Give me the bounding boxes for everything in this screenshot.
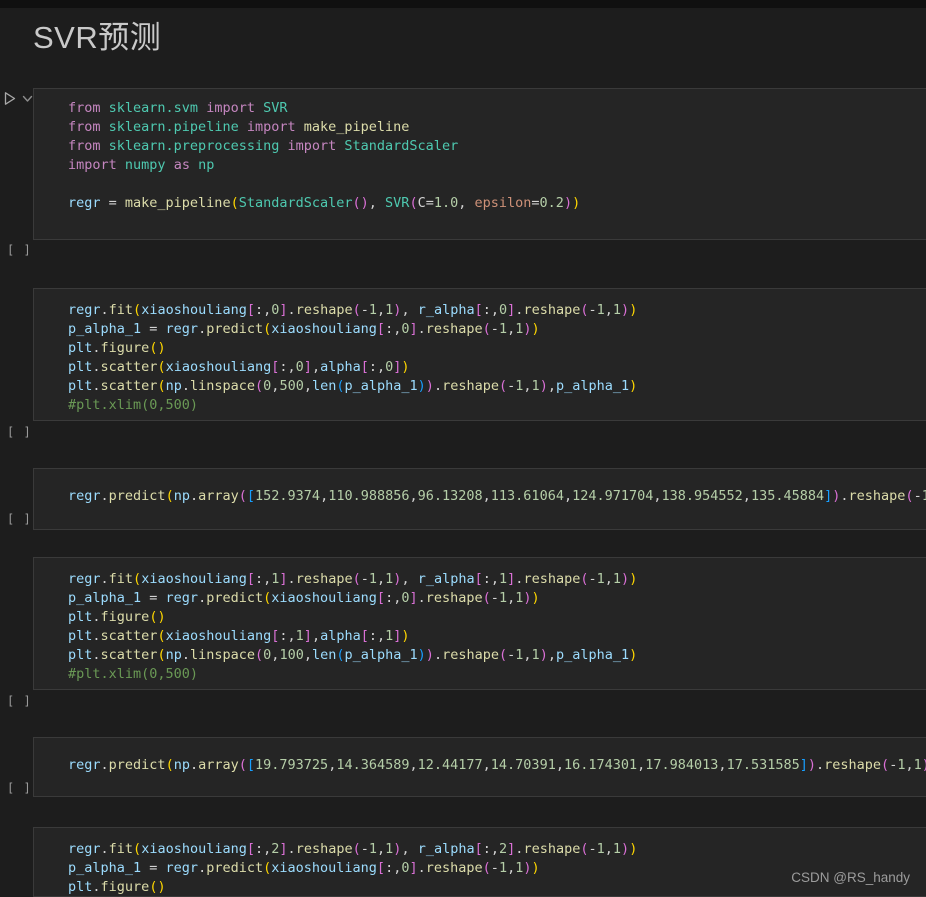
code-line[interactable]: plt.scatter(np.linspace(0,100,len(p_alph… (68, 646, 926, 665)
code-line[interactable]: regr.predict(np.array([152.9374,110.9888… (68, 487, 926, 506)
code-cell-editor-6[interactable]: regr.fit(xiaoshouliang[:,2].reshape(-1,1… (33, 827, 926, 897)
chevron-down-icon[interactable] (22, 95, 33, 103)
code-cell-editor-3[interactable]: regr.predict(np.array([152.9374,110.9888… (33, 468, 926, 530)
code-line[interactable]: regr.fit(xiaoshouliang[:,0].reshape(-1,1… (68, 301, 926, 320)
code-line[interactable]: plt.figure() (68, 339, 926, 358)
code-cell-editor-5[interactable]: regr.predict(np.array([19.793725,14.3645… (33, 737, 926, 797)
window-top-bar (0, 0, 926, 8)
code-line[interactable]: p_alpha_1 = regr.predict(xiaoshouliang[:… (68, 589, 926, 608)
cell-toolbar (3, 91, 33, 106)
code-line[interactable]: regr.fit(xiaoshouliang[:,2].reshape(-1,1… (68, 840, 926, 859)
code-line[interactable]: plt.scatter(xiaoshouliang[:,0],alpha[:,0… (68, 358, 926, 377)
execution-count-badge: [ ] (7, 512, 32, 526)
code-line[interactable]: #plt.xlim(0,500) (68, 665, 926, 684)
execution-count-badge: [ ] (7, 694, 32, 708)
execution-count-badge: [ ] (7, 243, 32, 257)
code-line[interactable]: plt.figure() (68, 608, 926, 627)
code-line[interactable]: from sklearn.pipeline import make_pipeli… (68, 118, 926, 137)
code-line[interactable]: from sklearn.preprocessing import Standa… (68, 137, 926, 156)
code-line[interactable]: from sklearn.svm import SVR (68, 99, 926, 118)
code-line[interactable]: plt.scatter(xiaoshouliang[:,1],alpha[:,1… (68, 627, 926, 646)
csdn-watermark: CSDN @RS_handy (791, 870, 910, 885)
code-cell-editor-2[interactable]: regr.fit(xiaoshouliang[:,0].reshape(-1,1… (33, 288, 926, 421)
code-line[interactable]: regr.predict(np.array([19.793725,14.3645… (68, 756, 926, 775)
code-cell-editor-4[interactable]: regr.fit(xiaoshouliang[:,1].reshape(-1,1… (33, 557, 926, 690)
code-line[interactable]: regr = make_pipeline(StandardScaler(), S… (68, 194, 926, 213)
code-line[interactable] (68, 175, 926, 194)
code-line[interactable]: #plt.xlim(0,500) (68, 396, 926, 415)
code-cell-editor-1[interactable]: from sklearn.svm import SVR from sklearn.… (33, 88, 926, 240)
code-line[interactable]: regr.fit(xiaoshouliang[:,1].reshape(-1,1… (68, 570, 926, 589)
execution-count-badge: [ ] (7, 781, 32, 795)
code-line[interactable]: p_alpha_1 = regr.predict(xiaoshouliang[:… (68, 320, 926, 339)
run-cell-play-icon[interactable] (3, 91, 17, 106)
page-title: SVR预测 (33, 20, 162, 55)
code-line[interactable]: plt.scatter(np.linspace(0,500,len(p_alph… (68, 377, 926, 396)
code-line[interactable]: import numpy as np (68, 156, 926, 175)
execution-count-badge: [ ] (7, 425, 32, 439)
